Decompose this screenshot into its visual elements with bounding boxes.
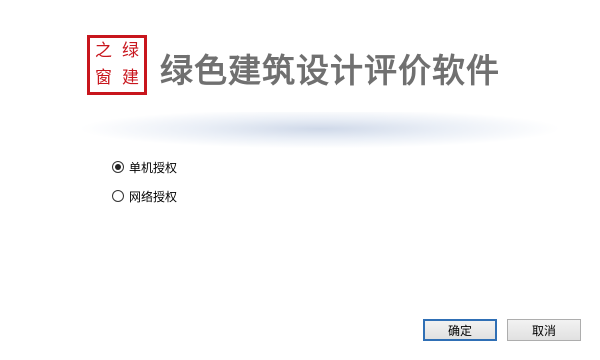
- logo-seal: 之 绿 窗 建: [87, 35, 147, 95]
- license-options: 单机授权 网络授权: [112, 157, 177, 215]
- logo-seal-char: 建: [122, 68, 139, 88]
- logo-seal-char: 绿: [122, 41, 139, 61]
- radio-unchecked-icon[interactable]: [112, 190, 124, 202]
- header: 之 绿 窗 建 绿色建筑设计评价软件: [0, 0, 600, 110]
- logo-seal-char: 窗: [95, 68, 112, 88]
- decorative-gradient-band: [40, 112, 600, 154]
- license-option-label[interactable]: 单机授权: [129, 159, 177, 176]
- logo-seal-grid: 之 绿 窗 建: [89, 37, 145, 93]
- license-option-standalone[interactable]: 单机授权: [112, 157, 177, 177]
- license-option-network[interactable]: 网络授权: [112, 186, 177, 206]
- app-title: 绿色建筑设计评价软件: [160, 51, 500, 90]
- radio-checked-icon[interactable]: [112, 161, 124, 173]
- logo-seal-char: 之: [95, 41, 112, 61]
- license-option-label[interactable]: 网络授权: [129, 188, 177, 205]
- ok-button[interactable]: 确定: [423, 319, 497, 341]
- license-dialog: 之 绿 窗 建 绿色建筑设计评价软件 单机授权 网络授权 确定 取消: [0, 0, 600, 360]
- cancel-button[interactable]: 取消: [507, 319, 581, 341]
